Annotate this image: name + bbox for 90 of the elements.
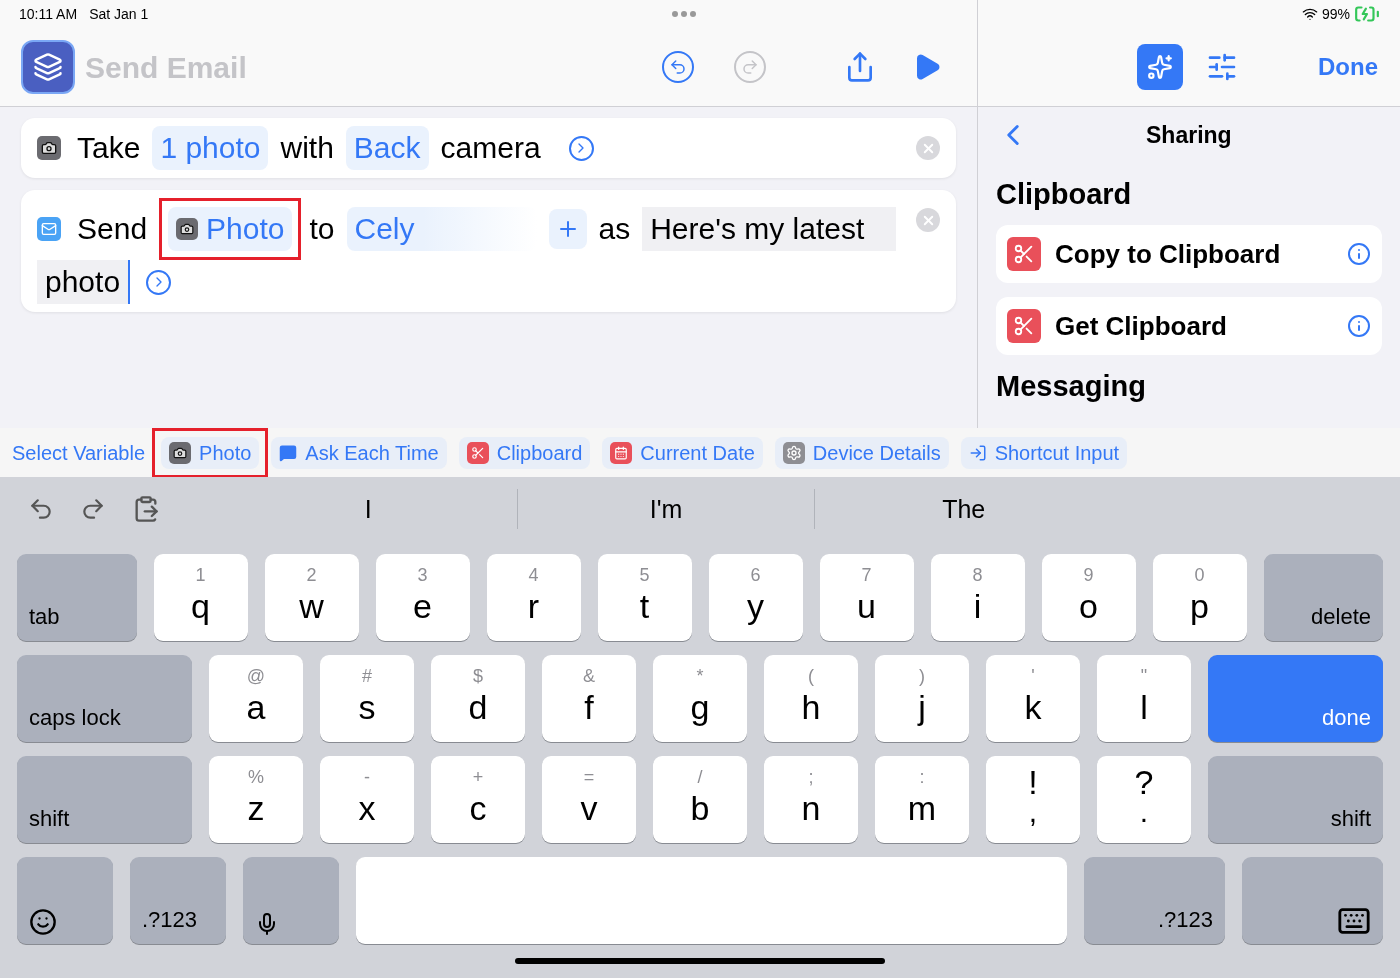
function-key[interactable]: .?123 (1084, 857, 1225, 944)
action-row[interactable]: Get Clipboard (996, 297, 1382, 355)
punctuation-key[interactable]: ! , (986, 756, 1080, 843)
letter-key[interactable]: ( h (764, 655, 858, 742)
camera-icon (37, 136, 61, 160)
action-name: Copy to Clipboard (1055, 237, 1282, 271)
action-text: to (309, 211, 335, 247)
letter-key[interactable]: " l (1097, 655, 1191, 742)
letter-key[interactable]: % z (209, 756, 303, 843)
letter-key[interactable]: 6 y (708, 554, 803, 641)
suggestion[interactable]: The (942, 488, 986, 529)
parameter-token[interactable]: Back (345, 126, 429, 170)
letter-key[interactable]: ' k (986, 655, 1080, 742)
letter-key[interactable]: 0 p (1152, 554, 1247, 641)
letter-key[interactable]: @ a (209, 655, 303, 742)
letter-key[interactable]: 5 t (597, 554, 692, 641)
action-library-tab[interactable] (1137, 44, 1183, 90)
emoji-key[interactable] (17, 857, 113, 944)
input-icon (968, 443, 987, 462)
status-date: Sat Jan 1 (89, 4, 149, 24)
function-key[interactable]: caps lock (17, 655, 192, 742)
message-icon (279, 443, 298, 462)
suggestion[interactable]: I (364, 488, 372, 529)
info-icon[interactable] (1347, 314, 1371, 338)
action-name: Get Clipboard (1055, 309, 1228, 343)
smiley-icon (29, 908, 57, 936)
add-button[interactable] (548, 209, 587, 249)
letter-key[interactable]: ; n (764, 756, 858, 843)
action-text: camera (440, 130, 541, 166)
function-key[interactable]: shift (17, 756, 192, 843)
status-time: 10:11 AM (19, 4, 78, 24)
expand-icon[interactable] (568, 135, 594, 161)
scissors-icon (1007, 309, 1041, 343)
letter-key[interactable]: + c (431, 756, 525, 843)
variable-token[interactable]: Photo (168, 207, 293, 251)
calendar-icon (610, 441, 633, 464)
mail-icon (37, 217, 61, 241)
undo-button[interactable] (662, 51, 694, 83)
expand-icon[interactable] (146, 269, 172, 295)
panel-title: Sharing (1146, 120, 1232, 150)
hide-keyboard-key[interactable] (1242, 857, 1383, 944)
letter-key[interactable]: 4 r (486, 554, 581, 641)
letter-key[interactable]: - x (320, 756, 414, 843)
letter-key[interactable]: # s (320, 655, 414, 742)
function-key[interactable]: shift (1208, 756, 1383, 843)
function-key[interactable]: tab (17, 554, 137, 641)
letter-key[interactable]: 7 u (819, 554, 914, 641)
letter-key[interactable]: / b (653, 756, 747, 843)
action-row[interactable]: Copy to Clipboard (996, 225, 1382, 283)
select-variable-label: Select Variable (12, 440, 146, 466)
function-key[interactable]: .?123 (130, 857, 226, 944)
letter-key[interactable]: : m (875, 756, 969, 843)
message-text[interactable]: Here's my latest (642, 207, 896, 251)
action-text: Send (77, 211, 148, 247)
undo-arrow-icon (669, 58, 687, 76)
section-heading: Messaging (996, 369, 1147, 403)
camera-icon (176, 218, 199, 240)
parameter-token[interactable]: 1 photo (152, 126, 269, 170)
punctuation-key[interactable]: ? . (1097, 756, 1191, 843)
gear-icon (782, 441, 805, 464)
letter-key[interactable]: 2 w (264, 554, 359, 641)
letter-key[interactable]: 1 q (153, 554, 248, 641)
letter-key[interactable]: 8 i (930, 554, 1025, 641)
action-text: with (280, 130, 334, 166)
camera-icon (169, 441, 192, 464)
sliders-icon (1206, 51, 1238, 83)
letter-key[interactable]: & f (542, 655, 636, 742)
suggestion[interactable]: I'm (649, 488, 683, 529)
done-button[interactable]: Done (1318, 49, 1378, 85)
wifi-icon (1301, 6, 1318, 22)
letter-key[interactable]: ) j (875, 655, 969, 742)
function-key[interactable]: delete (1263, 554, 1383, 641)
scissors-icon (1007, 237, 1041, 271)
redo-arrow-icon (741, 58, 759, 76)
battery-level: 99% (1321, 4, 1350, 24)
sparkle-icon (1147, 54, 1173, 80)
more-icon (672, 11, 696, 17)
scissors-icon (466, 441, 489, 464)
action-text: as (598, 211, 631, 247)
message-text[interactable]: photo (37, 260, 131, 304)
app-icon[interactable] (21, 40, 75, 94)
letter-key[interactable]: 9 o (1041, 554, 1136, 641)
letter-key[interactable]: $ d (431, 655, 525, 742)
letter-key[interactable]: 3 e (375, 554, 470, 641)
section-heading: Clipboard (996, 177, 1133, 211)
info-icon[interactable] (1347, 242, 1371, 266)
letter-key[interactable]: * g (653, 655, 747, 742)
action-text: Take (77, 130, 141, 166)
done-key[interactable]: done (1208, 655, 1383, 742)
letter-key[interactable]: = v (542, 756, 636, 843)
